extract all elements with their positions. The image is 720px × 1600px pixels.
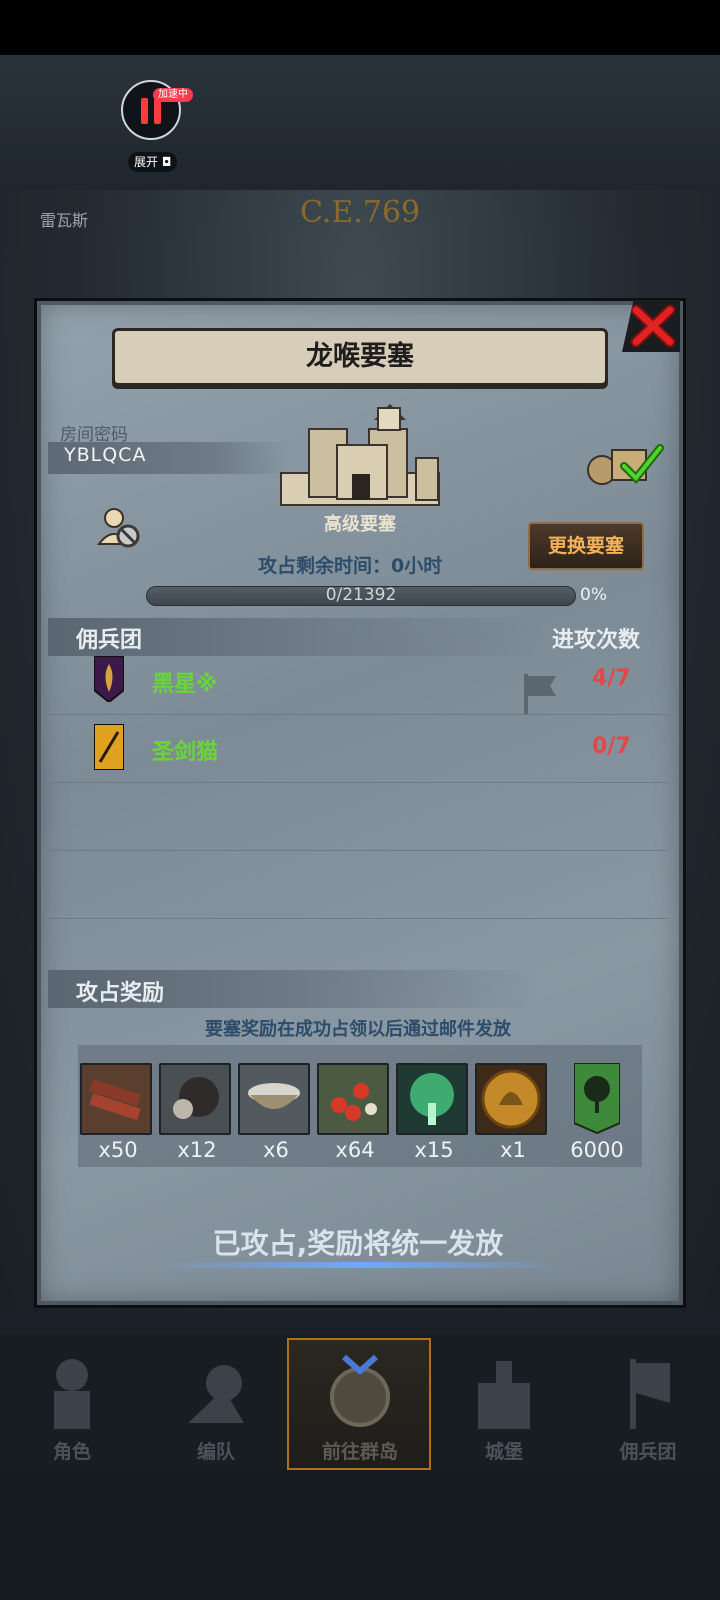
ore-icon[interactable] [159,1063,231,1135]
nav-item-guild[interactable]: 佣兵团 [576,1335,720,1470]
panel-title: 龙喉要塞 [112,328,608,386]
room-code-value[interactable]: YBLQCA [64,444,146,466]
guild-crest-icon [94,656,124,702]
claim-status-text: 已攻占,奖励将统一发放 [212,1227,504,1260]
speed-badge: 加速中 [153,88,193,102]
guild-crest-icon [94,724,124,770]
bowl-icon[interactable] [238,1063,310,1135]
guild-row[interactable] [48,646,668,715]
nav-label: 城堡 [484,1441,523,1463]
reward-note: 要塞奖励在成功占领以后通过邮件发放 [205,1019,511,1040]
reward-count: x50 [98,1138,138,1162]
era-label: C.E.769 [300,195,421,230]
reward-count: x64 [335,1138,375,1162]
reward-count: x15 [414,1138,454,1162]
expand-icon: ◘ [161,155,172,169]
castle-icon [478,1361,530,1429]
supply-check-icon[interactable] [584,440,664,486]
wood-icon[interactable] [80,1063,152,1135]
tree-banner-icon[interactable] [573,1062,621,1135]
capture-progress-percent: 0% [580,585,607,605]
fortress-icon [280,404,440,506]
reward-header: 攻占奖励 [76,981,165,1006]
nav-label: 编队 [196,1441,235,1463]
expand-button[interactable]: 展开 ◘ [128,152,178,172]
guild-banner-icon [630,1359,670,1429]
nav-item-islands[interactable]: 前往群岛 [288,1335,432,1470]
close-icon [630,304,676,348]
flag-icon [524,674,556,714]
berries-icon[interactable] [317,1063,389,1135]
knight-icon [54,1359,90,1429]
knight-medal-icon[interactable] [475,1063,547,1135]
guild-name: 黑星※ [152,672,218,697]
nav-label: 角色 [52,1441,91,1463]
empty-row [48,850,668,919]
nav-label: 佣兵团 [619,1441,677,1463]
city-tab: 雷瓦斯 [40,211,89,230]
top-background [0,55,720,190]
reward-count: x6 [263,1138,289,1162]
guild-attack-count: 0/7 [592,734,631,759]
claim-glow [160,1262,560,1268]
fortress-level: 高级要塞 [324,514,396,535]
guild-row[interactable] [48,714,668,783]
no-user-icon [96,508,140,548]
reward-count: x1 [500,1138,526,1162]
reward-count: 6000 [570,1138,624,1162]
guild-attack-count: 4/7 [592,666,631,691]
nav-item-character[interactable]: 角色 [0,1335,144,1470]
reward-count: x12 [177,1138,217,1162]
expand-label: 展开 [134,155,159,169]
formation-icon [188,1365,244,1423]
bottom-background [0,1470,720,1600]
capture-time-remaining: 攻占剩余时间：0小时 [258,555,443,577]
compass-icon [330,1354,390,1427]
capture-progress-text: 0/21392 [325,585,397,605]
nav-item-castle[interactable]: 城堡 [432,1335,576,1470]
spirit-tree-icon[interactable] [396,1063,468,1135]
nav-item-formation[interactable]: 编队 [144,1335,288,1470]
status-bar [0,0,720,55]
change-fortress-button[interactable]: 更换要塞 [528,522,644,570]
empty-row [48,782,668,851]
nav-label: 前往群岛 [321,1441,398,1463]
guild-name: 圣剑猫 [152,740,219,765]
